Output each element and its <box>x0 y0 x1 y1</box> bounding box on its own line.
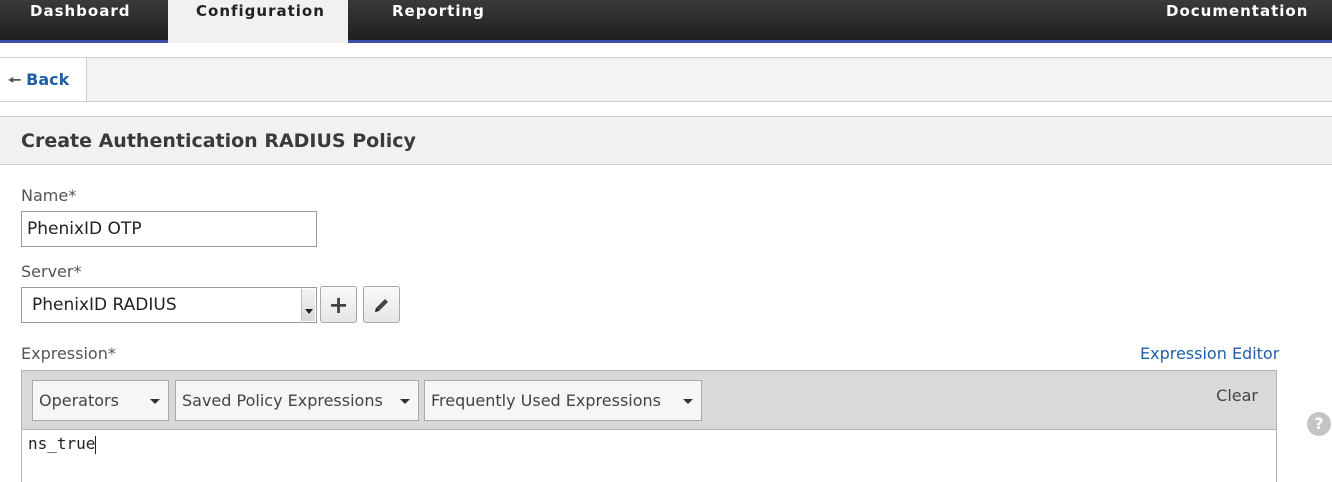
top-navigation: Dashboard Configuration Reporting Docume… <box>0 0 1332 43</box>
text-cursor <box>95 435 97 454</box>
operators-label: Operators <box>39 391 119 410</box>
expression-text: ns_true <box>28 434 96 453</box>
name-label: Name* <box>21 186 77 205</box>
plus-icon: + <box>328 290 349 319</box>
frequent-expressions-dropdown[interactable]: Frequently Used Expressions <box>424 380 702 421</box>
help-icon[interactable]: ? <box>1307 412 1331 436</box>
saved-expressions-dropdown[interactable]: Saved Policy Expressions <box>175 380 419 421</box>
server-selected-value: PhenixID RADIUS <box>32 295 177 315</box>
back-label: Back <box>26 70 70 89</box>
pencil-icon <box>374 298 388 312</box>
chevron-down-icon <box>683 399 693 404</box>
edit-server-button[interactable] <box>363 286 400 323</box>
expression-editor-link[interactable]: Expression Editor <box>1140 344 1279 363</box>
saved-expressions-label: Saved Policy Expressions <box>182 391 383 410</box>
tab-dashboard[interactable]: Dashboard <box>0 0 168 40</box>
panel-header: Create Authentication RADIUS Policy <box>0 116 1332 165</box>
clear-button[interactable]: Clear <box>1216 386 1258 405</box>
name-field[interactable] <box>21 211 317 247</box>
back-button[interactable]: 🠔 Back <box>0 58 87 101</box>
frequent-expressions-label: Frequently Used Expressions <box>431 391 661 410</box>
operators-dropdown[interactable]: Operators <box>32 380 169 421</box>
server-label: Server* <box>21 262 82 281</box>
page-title: Create Authentication RADIUS Policy <box>21 130 416 152</box>
arrow-left-icon: 🠔 <box>8 71 22 89</box>
tab-reporting[interactable]: Reporting <box>348 0 508 40</box>
expression-toolbar: Operators Saved Policy Expressions Frequ… <box>21 370 1277 430</box>
tab-configuration[interactable]: Configuration <box>168 0 348 43</box>
expression-label: Expression* <box>21 344 116 363</box>
add-server-button[interactable]: + <box>320 286 357 323</box>
tab-documentation[interactable]: Documentation <box>1150 0 1332 40</box>
server-select[interactable]: PhenixID RADIUS <box>21 287 317 323</box>
chevron-down-icon <box>400 399 410 404</box>
expression-textarea[interactable]: ns_true <box>21 430 1277 482</box>
back-bar: 🠔 Back <box>0 57 1332 102</box>
chevron-down-icon <box>301 289 315 321</box>
chevron-down-icon <box>150 399 160 404</box>
